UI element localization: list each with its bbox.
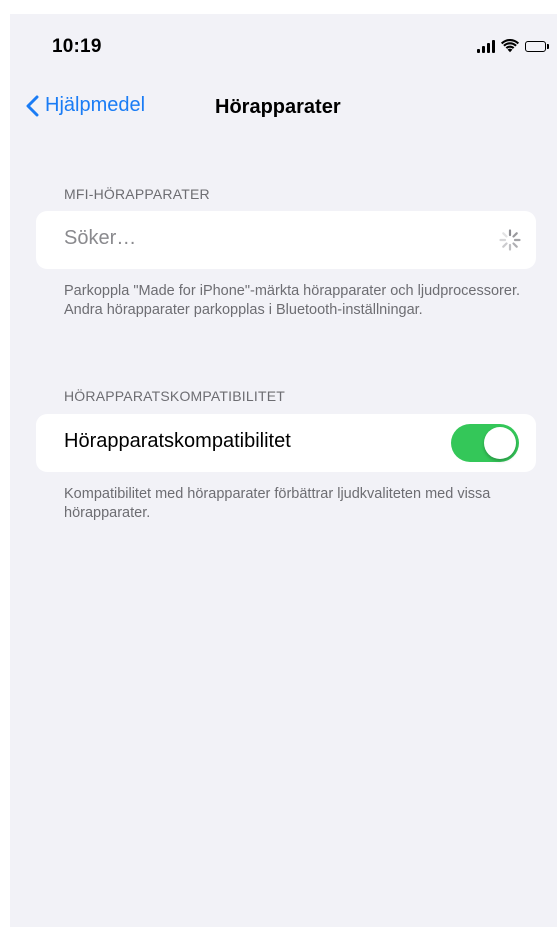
chevron-left-icon [26, 95, 39, 117]
mfi-section-footer: Parkoppla "Made for iPhone"-märkta hörap… [64, 283, 521, 318]
status-icons [477, 38, 549, 54]
compatibility-toggle[interactable] [451, 424, 519, 462]
wifi-icon [501, 39, 519, 53]
status-bar: 10:19 [10, 14, 557, 78]
compatibility-section-header: HÖRAPPARATSKOMPATIBILITET [64, 388, 285, 404]
settings-screen: 10:19 Hjälpmedel Hörapparater MFI-HÖRAPP… [10, 14, 557, 927]
back-button[interactable]: Hjälpmedel [26, 94, 145, 117]
toggle-knob [484, 427, 516, 459]
activity-spinner-icon [498, 228, 522, 252]
mfi-search-row: Söker… [36, 211, 536, 269]
compatibility-toggle-label: Hörapparatskompatibilitet [64, 430, 291, 452]
compatibility-section-footer: Kompatibilitet med hörapparater förbättr… [64, 486, 491, 521]
signal-icon [477, 39, 495, 53]
searching-label: Söker… [64, 227, 137, 249]
mfi-section-header: MFI-HÖRAPPARATER [64, 186, 210, 202]
back-label: Hjälpmedel [45, 94, 146, 116]
page-title: Hörapparater [215, 96, 341, 118]
navigation-bar: Hjälpmedel Hörapparater [10, 86, 557, 130]
battery-icon [525, 40, 549, 52]
compatibility-row: Hörapparatskompatibilitet [36, 414, 536, 472]
status-time: 10:19 [52, 36, 102, 57]
